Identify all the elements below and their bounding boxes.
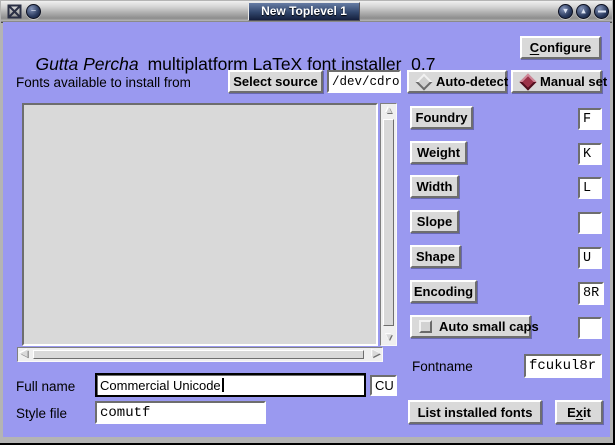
window-menu-icon[interactable] <box>7 4 22 19</box>
width-button[interactable]: Width <box>410 175 459 198</box>
encoding-code-input[interactable]: 8R <box>578 282 604 305</box>
chevron-up-icon: ▴ <box>577 5 590 17</box>
select-source-button[interactable]: Select source <box>228 70 323 93</box>
resize-icon <box>598 11 606 13</box>
device-path-input[interactable]: /dev/cdrom <box>327 70 401 93</box>
shade-button[interactable]: ▾ <box>558 4 573 19</box>
minimize-button[interactable]: − <box>26 4 41 19</box>
encoding-button[interactable]: Encoding <box>410 280 477 303</box>
auto-small-caps-checkbox[interactable]: Auto small caps <box>410 315 531 338</box>
list-installed-fonts-button[interactable]: List installed fonts <box>408 400 542 424</box>
horizontal-scrollbar-thumb[interactable] <box>33 350 364 359</box>
text-cursor <box>222 378 224 392</box>
scroll-right-icon[interactable]: ▶ <box>372 349 380 359</box>
radio-diamond-icon <box>416 73 433 90</box>
slope-button[interactable]: Slope <box>410 210 459 233</box>
horizontal-scrollbar[interactable]: ◀ ▶ <box>17 347 383 362</box>
exit-button[interactable]: Exit <box>555 400 603 424</box>
app-brand: Gutta Percha <box>35 54 138 74</box>
fontname-input[interactable]: fcukul8r <box>524 354 602 378</box>
chevron-down-icon: ▾ <box>559 5 572 17</box>
configure-button[interactable]: Configure <box>520 36 601 59</box>
auto-small-caps-code-input[interactable] <box>578 317 602 339</box>
scroll-down-icon[interactable]: ▼ <box>384 333 394 343</box>
width-code-input[interactable]: L <box>578 177 602 199</box>
style-file-label: Style file <box>16 406 67 421</box>
unshade-button[interactable]: ▴ <box>576 4 591 19</box>
vertical-scrollbar[interactable]: ▲ ▼ <box>380 103 397 346</box>
manual-set-radio[interactable]: Manual set <box>511 70 602 93</box>
scroll-left-icon[interactable]: ◀ <box>20 349 28 359</box>
full-name-input[interactable]: Commercial Unicode <box>95 373 366 397</box>
full-name-label: Full name <box>16 379 75 394</box>
fontname-label: Fontname <box>412 359 473 374</box>
vertical-scrollbar-thumb[interactable] <box>383 119 394 326</box>
titlebar[interactable]: − New Toplevel 1 ▾ ▴ <box>1 1 612 23</box>
foundry-button[interactable]: Foundry <box>410 106 473 129</box>
style-file-input[interactable]: comutf <box>95 401 266 424</box>
weight-code-input[interactable]: K <box>578 143 602 165</box>
window: − New Toplevel 1 ▾ ▴ Gutta Perchamultipl… <box>0 0 615 445</box>
font-listbox[interactable] <box>22 103 378 346</box>
slope-code-input[interactable] <box>578 212 602 234</box>
scroll-up-icon[interactable]: ▲ <box>384 106 394 116</box>
checkbox-indicator-icon <box>419 320 432 333</box>
window-title: New Toplevel 1 <box>248 2 360 21</box>
resize-button[interactable] <box>594 4 609 19</box>
radio-diamond-selected-icon <box>520 73 537 90</box>
weight-button[interactable]: Weight <box>410 141 467 164</box>
auto-detect-radio[interactable]: Auto-detect <box>407 70 507 93</box>
foundry-code-input[interactable]: F <box>578 108 602 130</box>
shape-button[interactable]: Shape <box>410 245 461 268</box>
minimize-icon: − <box>27 5 40 17</box>
source-label: Fonts available to install from <box>16 75 191 90</box>
shape-code-input[interactable]: U <box>578 247 602 269</box>
full-name-abbrev-input[interactable]: CU <box>370 375 397 396</box>
